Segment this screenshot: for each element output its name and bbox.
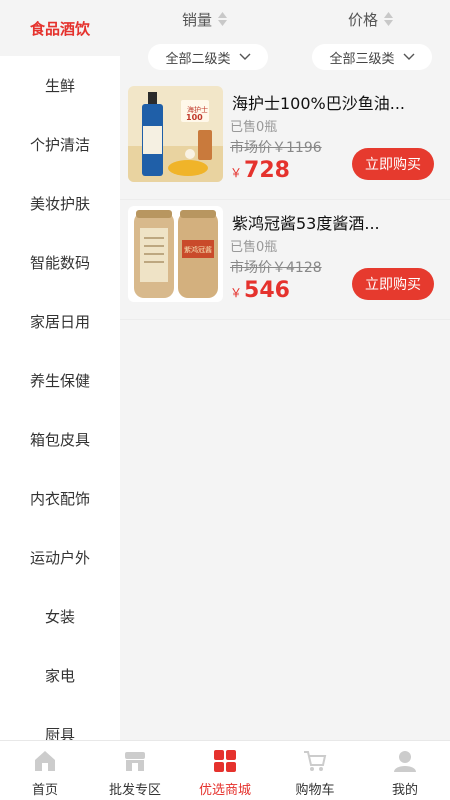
buy-now-button[interactable]: 立即购买 xyxy=(352,268,434,300)
sidebar-item-sports[interactable]: 运动户外 xyxy=(0,528,120,587)
product-card[interactable]: 紫鸿冠酱 紫鸿冠酱53度酱酒... 已售0瓶 市场价￥4128 ￥ 546 立即… xyxy=(120,202,450,320)
product-market-price: 市场价￥1196 xyxy=(230,140,322,156)
home-icon xyxy=(31,747,59,775)
product-list: 海护士 100 海护士100%巴沙鱼油... 已售0瓶 市场价￥1196 ￥ 7… xyxy=(120,82,450,322)
image-label-text: 紫鸿冠酱 xyxy=(184,245,212,254)
nav-cart-label: 购物车 xyxy=(295,783,335,798)
bottom-nav: 首页 批发专区 优选商城 购物车 我的 xyxy=(0,740,450,800)
buy-now-button[interactable]: 立即购买 xyxy=(352,148,434,180)
nav-home[interactable]: 首页 xyxy=(0,741,90,800)
main-content: 销量 价格 全部二级类 全部三级类 海护士 100 海护士100%巴沙鱼油...… xyxy=(120,0,450,740)
product-market-price: 市场价￥4128 xyxy=(230,260,322,276)
third-category-label: 全部三级类 xyxy=(329,51,395,67)
nav-profile[interactable]: 我的 xyxy=(360,741,450,800)
price-value: 546 xyxy=(244,278,290,303)
price-currency: ￥ xyxy=(230,286,243,300)
category-sidebar: 食品酒饮 生鲜 个护清洁 美妆护肤 智能数码 家居日用 养生保健 箱包皮具 内衣… xyxy=(0,0,120,740)
sort-bar: 销量 价格 xyxy=(120,0,450,38)
third-category-dropdown[interactable]: 全部三级类 xyxy=(312,44,432,70)
nav-profile-label: 我的 xyxy=(391,783,418,798)
price-value: 728 xyxy=(244,158,290,183)
sidebar-item-appliances[interactable]: 家电 xyxy=(0,646,120,705)
sidebar-item-underwear[interactable]: 内衣配饰 xyxy=(0,469,120,528)
sidebar-item-bags[interactable]: 箱包皮具 xyxy=(0,410,120,469)
cart-icon xyxy=(301,747,329,775)
sort-by-sales[interactable]: 销量 xyxy=(182,0,228,38)
filter-bar: 全部二级类 全部三级类 xyxy=(120,38,450,78)
sidebar-item-kitchen[interactable]: 厨具 xyxy=(0,705,120,740)
sidebar-item-fresh[interactable]: 生鲜 xyxy=(0,56,120,115)
product-card[interactable]: 海护士 100 海护士100%巴沙鱼油... 已售0瓶 市场价￥1196 ￥ 7… xyxy=(120,82,450,200)
sort-arrows-icon xyxy=(218,12,228,26)
product-name[interactable]: 海护士100%巴沙鱼油... xyxy=(232,90,432,114)
nav-cart[interactable]: 购物车 xyxy=(270,741,360,800)
sort-arrows-icon xyxy=(384,12,394,26)
mall-grid-icon xyxy=(211,747,239,775)
nav-wholesale[interactable]: 批发专区 xyxy=(90,741,180,800)
sidebar-item-womens[interactable]: 女装 xyxy=(0,587,120,646)
product-sold-count: 已售0瓶 xyxy=(230,120,278,135)
chevron-down-icon xyxy=(403,53,414,60)
nav-wholesale-label: 批发专区 xyxy=(108,783,161,798)
profile-icon xyxy=(391,747,419,775)
sidebar-item-digital[interactable]: 智能数码 xyxy=(0,233,120,292)
sidebar-item-personal-care[interactable]: 个护清洁 xyxy=(0,115,120,174)
product-sold-count: 已售0瓶 xyxy=(230,240,278,255)
store-icon xyxy=(121,747,149,775)
sort-by-price[interactable]: 价格 xyxy=(348,0,394,38)
sidebar-item-home[interactable]: 家居日用 xyxy=(0,292,120,351)
product-name[interactable]: 紫鸿冠酱53度酱酒... xyxy=(232,210,432,234)
second-category-dropdown[interactable]: 全部二级类 xyxy=(148,44,268,70)
sort-price-label: 价格 xyxy=(348,10,379,29)
price-currency: ￥ xyxy=(230,166,243,180)
nav-home-label: 首页 xyxy=(31,783,58,798)
sidebar-item-food-drinks[interactable]: 食品酒饮 xyxy=(0,0,120,56)
chevron-down-icon xyxy=(239,53,250,60)
second-category-label: 全部二级类 xyxy=(165,51,231,67)
image-badge-text: 100 xyxy=(186,113,203,122)
nav-mall-label: 优选商城 xyxy=(198,783,251,798)
liquor-jars-image[interactable]: 紫鸿冠酱 xyxy=(128,206,223,302)
nav-mall[interactable]: 优选商城 xyxy=(180,741,270,800)
product-price: ￥ 728 xyxy=(230,158,290,183)
sort-sales-label: 销量 xyxy=(182,10,213,29)
sidebar-item-beauty[interactable]: 美妆护肤 xyxy=(0,174,120,233)
sidebar-item-health[interactable]: 养生保健 xyxy=(0,351,120,410)
product-price: ￥ 546 xyxy=(230,278,290,303)
fish-oil-bottle-image[interactable]: 海护士 100 xyxy=(128,86,223,182)
